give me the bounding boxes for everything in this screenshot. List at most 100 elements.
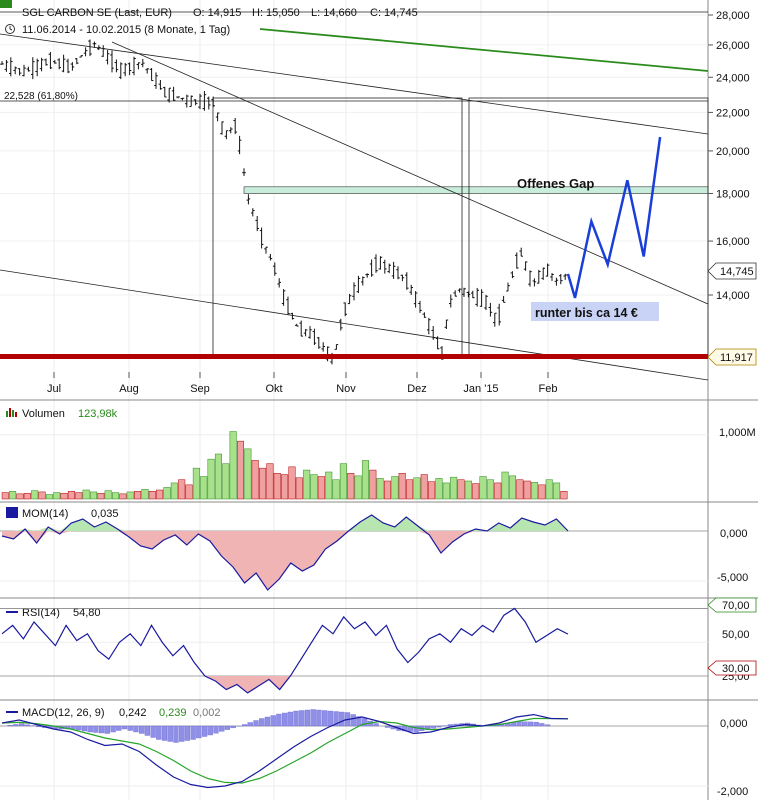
macd-histogram-bar (259, 718, 265, 727)
macd-panel[interactable]: MACD(12, 26, 9) 0,242 0,239 0,002 0,000 … (0, 707, 748, 798)
price-y-axis: 28,000 26,000 24,000 22,000 20,000 18,000 16,0… (708, 10, 750, 302)
support-price-tag: 11,917 (707, 348, 757, 366)
volume-bars (0, 431, 708, 500)
volume-bar (464, 480, 472, 500)
macd-histogram-bar (413, 725, 419, 733)
series-color-swatch (0, 0, 12, 8)
x-label: Okt (265, 383, 282, 395)
gap-label: Offenes Gap (517, 176, 594, 191)
volume-bar (9, 491, 17, 500)
macd-histogram-bar (156, 725, 162, 740)
macd-histogram-bar (264, 716, 271, 727)
volume-bar (148, 491, 156, 500)
volume-bar (310, 474, 318, 500)
macd-y-label-0: 0,000 (720, 718, 748, 730)
volume-bar (369, 469, 377, 500)
svg-text:70,00: 70,00 (722, 600, 750, 612)
ohlc-close: C: 14,745 (370, 7, 418, 19)
macd-histogram-bar (316, 709, 322, 727)
macd-histogram-bar (304, 709, 311, 727)
macd-y-label-1: -2,000 (717, 786, 748, 798)
rsi-oversold-area (2, 676, 568, 693)
volume-bar (406, 479, 414, 500)
volume-bar (119, 493, 127, 500)
volume-bar (236, 440, 245, 500)
volume-bar (413, 477, 421, 500)
volume-bar (60, 492, 68, 500)
x-label: Dez (407, 383, 427, 395)
rsi-series (0, 607, 708, 694)
volume-bar (398, 473, 406, 500)
ohlc-low: L: 14,660 (311, 7, 357, 19)
x-label: Aug (119, 383, 139, 395)
volume-bar (1, 492, 9, 500)
volume-title: Volumen (22, 408, 65, 420)
macd-histogram-bar (516, 721, 522, 727)
macd-histogram-bar (241, 724, 248, 727)
macd-histogram-bar (230, 725, 236, 729)
macd-histogram-bar (287, 711, 293, 727)
macd-histogram-bar (207, 725, 213, 736)
macd-histogram-bar (93, 725, 99, 733)
price-y-label: 14,000 (716, 290, 750, 302)
volume-bar (508, 475, 516, 500)
macd-histogram-bar (299, 710, 305, 727)
ohlc-high: H: 15,050 (252, 7, 300, 19)
price-panel[interactable]: Offenes Gap runter bis ca 14 € 22,528 (6… (0, 0, 758, 800)
volume-bar (435, 478, 443, 500)
price-y-label: 18,000 (716, 188, 750, 200)
volume-bar (501, 471, 509, 500)
ohlc-open: O: 14,915 (193, 7, 241, 19)
macd-histogram-bar (167, 725, 173, 742)
macd-histogram-bar (87, 725, 93, 733)
macd-histogram-bar (281, 712, 288, 727)
macd-histogram-bar (201, 725, 208, 737)
macd-histogram-bar (510, 722, 516, 727)
volume-panel[interactable]: Volumen 123,98k 1,000M (0, 406, 758, 503)
volume-bar (259, 467, 267, 500)
macd-histogram-bar (81, 725, 88, 732)
macd-histogram-bar (213, 725, 219, 734)
macd-histogram-bar (150, 725, 156, 738)
macd-histogram-bar (224, 725, 231, 730)
macd-histogram-bar (430, 725, 436, 729)
volume-bar (207, 458, 215, 500)
volume-bar (339, 463, 347, 500)
volume-bar (354, 475, 362, 500)
volume-bar (67, 491, 75, 500)
macd-histogram-bar (144, 725, 150, 736)
macd-histogram-bar (24, 724, 30, 727)
volume-bar (31, 490, 39, 500)
macd-histogram-bar (247, 722, 253, 727)
x-label: Sep (190, 383, 210, 395)
volume-bar (200, 476, 208, 500)
price-y-label: 22,000 (716, 107, 750, 119)
volume-bar (23, 492, 31, 500)
volume-bar (479, 476, 487, 500)
macd-histogram-bar (276, 713, 282, 727)
macd-histogram-bar (184, 725, 191, 741)
svg-text:30,00: 30,00 (722, 663, 750, 675)
macd-histogram-bar (447, 724, 454, 727)
stock-chart[interactable]: Offenes Gap runter bis ca 14 € 22,528 (6… (0, 0, 758, 800)
date-range: 11.06.2014 - 10.02.2015 (8 Monate, 1 Tag… (22, 24, 230, 36)
macd-histogram-bar (161, 725, 168, 741)
price-y-label: 16,000 (716, 236, 750, 248)
macd-histogram-bar (190, 725, 196, 740)
volume-bar (75, 492, 83, 500)
macd-series (0, 709, 708, 789)
momentum-panel[interactable]: MOM(14) 0,035 0,000 -5,000 (0, 507, 758, 599)
volume-value: 123,98k (78, 408, 118, 420)
volume-bar (347, 473, 355, 500)
volume-bar (420, 474, 428, 500)
macd-histogram-bar (539, 723, 545, 727)
macd-histogram-bar (373, 723, 379, 727)
x-label: Nov (336, 383, 356, 395)
volume-bar (442, 482, 450, 500)
volume-bar (486, 479, 494, 500)
rsi-panel[interactable]: RSI(14) 54,80 70,00 50,00 25,00 30,00 (0, 597, 758, 701)
momentum-y-label-0: 0,000 (720, 528, 748, 540)
price-y-label: 28,000 (716, 10, 750, 22)
volume-y-label: 1,000M (719, 427, 756, 439)
chart-title: SGL CARBON SE (Last, EUR) (22, 7, 172, 19)
